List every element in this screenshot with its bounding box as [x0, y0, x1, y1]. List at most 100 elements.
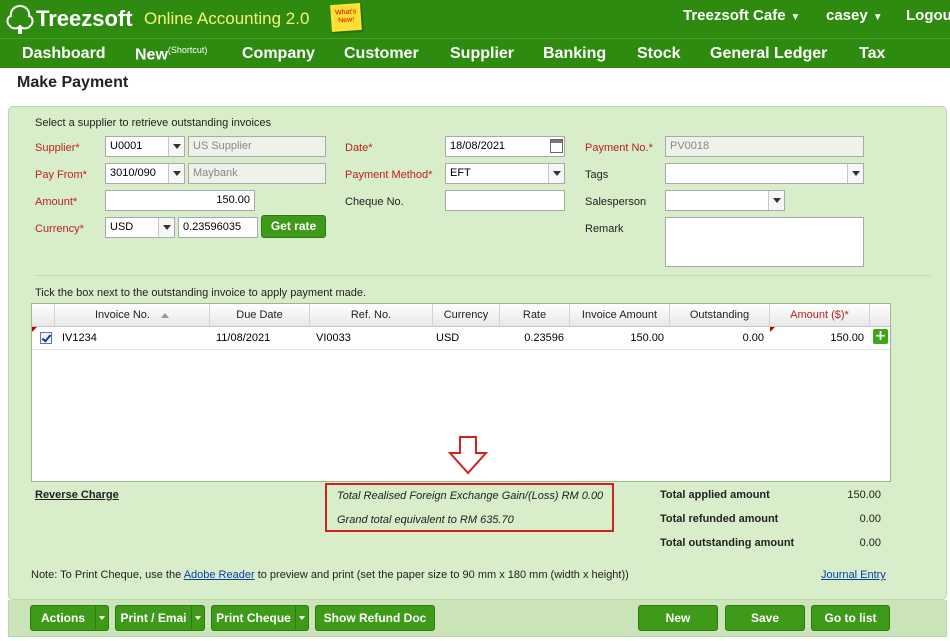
- tree-icon: [6, 4, 34, 34]
- print-cheque-menu-button[interactable]: Print Cheque: [211, 605, 309, 631]
- actions-menu-button[interactable]: Actions: [30, 605, 109, 631]
- column-header-outstanding[interactable]: Outstanding: [670, 304, 770, 326]
- edit-marker-icon: [32, 327, 37, 332]
- tags-select[interactable]: [665, 163, 864, 184]
- date-input[interactable]: 18/08/2021: [445, 136, 565, 157]
- date-label: Date*: [345, 142, 373, 154]
- column-header-ref-no[interactable]: Ref. No.: [310, 304, 433, 326]
- amount-cell[interactable]: 150.00: [770, 327, 864, 349]
- page-title: Make Payment: [17, 74, 129, 91]
- nav-new-shortcut: (Shortcut): [167, 45, 208, 55]
- company-menu-label: Treezsoft Cafe: [683, 7, 786, 24]
- chevron-down-icon: ▼: [790, 12, 801, 23]
- payment-no-label: Payment No.*: [585, 142, 653, 154]
- amount-input[interactable]: 150.00: [105, 190, 255, 211]
- payment-method-value: EFT: [450, 167, 471, 179]
- pay-from-name-field: Maybank: [188, 163, 326, 184]
- total-refunded-label: Total refunded amount: [660, 513, 779, 525]
- outstanding-invoices-table: Invoice No. Due Date Ref. No. Currency R…: [31, 303, 891, 482]
- adobe-reader-link[interactable]: Adobe Reader: [184, 569, 255, 581]
- show-refund-doc-button[interactable]: Show Refund Doc: [315, 605, 435, 631]
- total-applied-label: Total applied amount: [660, 489, 770, 501]
- payment-form-panel: Select a supplier to retrieve outstandin…: [8, 106, 947, 600]
- date-value: 18/08/2021: [450, 140, 506, 152]
- save-button[interactable]: Save: [725, 605, 805, 631]
- chevron-down-icon: [168, 137, 184, 156]
- form-intro: Select a supplier to retrieve outstandin…: [35, 117, 272, 129]
- rate-cell: 0.23596: [524, 332, 564, 344]
- total-outstanding-label: Total outstanding amount: [660, 537, 795, 549]
- invoice-select-checkbox[interactable]: [40, 332, 52, 344]
- remark-textarea[interactable]: [665, 217, 864, 267]
- print-email-menu-button[interactable]: Print / Emai: [115, 605, 205, 631]
- nav-tax[interactable]: Tax: [859, 45, 885, 63]
- pay-from-label: Pay From*: [35, 169, 87, 181]
- plus-icon[interactable]: +: [873, 329, 888, 344]
- user-menu-label: casey: [826, 7, 868, 24]
- nav-dashboard[interactable]: Dashboard: [22, 45, 106, 63]
- down-arrow-outline-icon: [448, 436, 488, 475]
- grand-total-equivalent-text: Grand total equivalent to RM 635.70: [337, 514, 514, 526]
- exchange-rate-input[interactable]: 0.23596035: [178, 217, 258, 238]
- nav-new-label: New: [135, 46, 168, 64]
- journal-entry-link[interactable]: Journal Entry: [821, 569, 886, 581]
- nav-general-ledger[interactable]: General Ledger: [710, 45, 827, 63]
- get-rate-button[interactable]: Get rate: [261, 215, 326, 238]
- tags-label: Tags: [585, 169, 609, 181]
- invoice-instruction: Tick the box next to the outstanding inv…: [35, 287, 367, 299]
- product-name: Online Accounting 2.0: [144, 9, 310, 28]
- new-button[interactable]: New: [638, 605, 718, 631]
- total-refunded-value: 0.00: [859, 513, 881, 525]
- payment-no-field: PV0018: [665, 136, 864, 157]
- whats-new-badge[interactable]: What's New!: [330, 2, 362, 33]
- pay-from-select[interactable]: 3010/090: [105, 163, 185, 184]
- sort-up-icon: [161, 312, 170, 318]
- supplier-label: Supplier*: [35, 142, 80, 154]
- column-header-currency[interactable]: Currency: [433, 304, 500, 326]
- nav-supplier[interactable]: Supplier: [450, 45, 514, 63]
- main-nav: Dashboard New(Shortcut) Company Customer…: [0, 38, 950, 68]
- fx-summary-highlight: Total Realised Foreign Exchange Gain/(Lo…: [325, 483, 614, 532]
- chevron-down-icon: [158, 218, 174, 237]
- ref-no-cell: VI0033: [316, 332, 351, 344]
- supplier-code-value: U0001: [110, 140, 143, 152]
- reverse-charge-link[interactable]: Reverse Charge: [35, 489, 119, 501]
- column-header-rate[interactable]: Rate: [500, 304, 570, 326]
- calendar-icon[interactable]: [550, 139, 563, 153]
- currency-select[interactable]: USD: [105, 217, 175, 238]
- note-prefix: Note: To Print Cheque, use the: [31, 569, 182, 581]
- nav-new[interactable]: New(Shortcut): [135, 45, 207, 64]
- logout-link[interactable]: Logou: [906, 7, 950, 24]
- print-cheque-label: Print Cheque: [216, 611, 291, 625]
- payment-method-label: Payment Method*: [345, 169, 433, 181]
- amount-label: Amount*: [35, 196, 78, 208]
- nav-company[interactable]: Company: [242, 45, 315, 63]
- top-bar: Treezsoft Online Accounting 2.0 What's N…: [0, 0, 950, 38]
- chevron-down-icon: [95, 606, 108, 630]
- cheque-no-input[interactable]: [445, 190, 565, 211]
- column-header-invoice-amount[interactable]: Invoice Amount: [570, 304, 670, 326]
- go-to-list-button[interactable]: Go to list: [811, 605, 890, 631]
- chevron-down-icon: [168, 164, 184, 183]
- chevron-down-icon: ▼: [872, 12, 883, 23]
- invoice-amount-cell: 150.00: [630, 332, 664, 344]
- brand-name: Treezsoft: [36, 6, 133, 31]
- column-header-invoice-no[interactable]: Invoice No.: [55, 304, 210, 326]
- salesperson-select[interactable]: [665, 190, 785, 211]
- column-header-invoice-no-label: Invoice No.: [94, 309, 150, 321]
- print-email-label: Print / Emai: [120, 611, 187, 625]
- table-row[interactable]: IV1234 11/08/2021 VI0033 USD 0.23596 150…: [32, 327, 890, 350]
- supplier-code-select[interactable]: U0001: [105, 136, 185, 157]
- company-menu[interactable]: Treezsoft Cafe ▼: [683, 7, 800, 24]
- nav-banking[interactable]: Banking: [543, 45, 606, 63]
- nav-customer[interactable]: Customer: [344, 45, 419, 63]
- column-header-amount[interactable]: Amount ($)*: [770, 304, 870, 326]
- salesperson-label: Salesperson: [585, 196, 647, 208]
- user-menu[interactable]: casey ▼: [826, 7, 883, 24]
- fx-gain-loss-text: Total Realised Foreign Exchange Gain/(Lo…: [337, 490, 604, 502]
- print-cheque-note: Note: To Print Cheque, use the Adobe Rea…: [31, 569, 629, 581]
- column-header-due-date[interactable]: Due Date: [210, 304, 310, 326]
- nav-stock[interactable]: Stock: [637, 45, 681, 63]
- currency-label: Currency*: [35, 223, 84, 235]
- payment-method-select[interactable]: EFT: [445, 163, 565, 184]
